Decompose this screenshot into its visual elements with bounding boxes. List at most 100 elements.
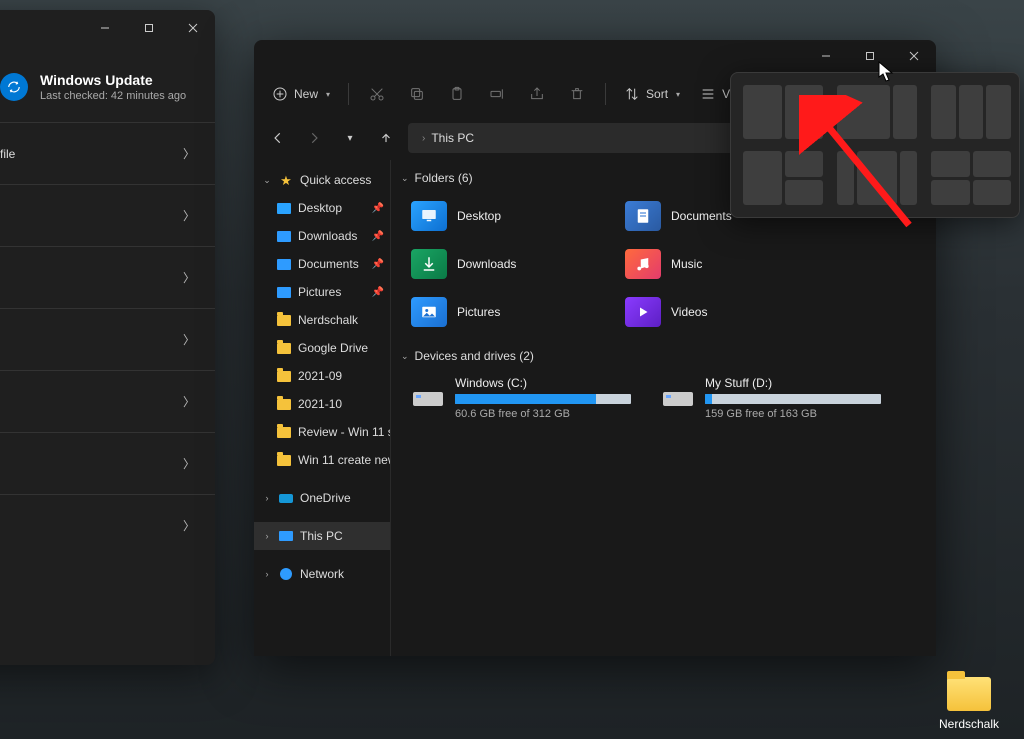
expand-icon: › (262, 531, 272, 541)
drive-tile[interactable]: My Stuff (D:)159 GB free of 163 GB (661, 376, 881, 420)
rename-button[interactable] (479, 77, 515, 111)
sidebar-item-label: Nerdschalk (298, 313, 358, 327)
pin-icon: 📌 (372, 231, 384, 242)
sidebar-item[interactable]: Nerdschalk (254, 306, 390, 334)
drive-usage-bar (455, 394, 631, 404)
sidebar-item[interactable]: 2021-10 (254, 390, 390, 418)
folder-icon (276, 200, 292, 216)
pin-icon: 📌 (372, 287, 384, 298)
minimize-button[interactable] (804, 41, 848, 71)
drive-usage-bar (705, 394, 881, 404)
cloud-icon (278, 490, 294, 506)
divider (348, 83, 349, 105)
forward-button[interactable] (300, 124, 328, 152)
snap-layout-option[interactable] (743, 85, 823, 139)
network-node[interactable]: › Network (254, 560, 390, 588)
windows-update-subtitle: Last checked: 42 minutes ago (40, 90, 186, 102)
minimize-button[interactable] (83, 13, 127, 43)
videos-folder-icon (625, 297, 661, 327)
close-button[interactable] (171, 13, 215, 43)
new-button[interactable]: New ▾ (264, 77, 338, 111)
folder-icon (276, 312, 292, 328)
section-drives[interactable]: ⌄ Devices and drives (2) (401, 342, 926, 370)
sidebar-item[interactable]: Documents📌 (254, 250, 390, 278)
sidebar-item[interactable]: Win 11 create new (254, 446, 390, 474)
sidebar-item[interactable]: 2021-09 (254, 362, 390, 390)
snap-layout-option[interactable] (931, 85, 1011, 139)
sidebar-item-label: Desktop (298, 201, 342, 215)
back-button[interactable] (264, 124, 292, 152)
close-button[interactable] (892, 41, 936, 71)
sidebar-item[interactable]: Google Drive (254, 334, 390, 362)
sidebar-item[interactable]: Downloads📌 (254, 222, 390, 250)
folder-icon (276, 424, 292, 440)
settings-window: Windows Update Last checked: 42 minutes … (0, 10, 215, 665)
expand-icon: › (262, 493, 272, 503)
sidebar-item-label: Pictures (298, 285, 341, 299)
settings-titlebar (0, 10, 215, 46)
folder-tile[interactable]: Desktop (411, 196, 611, 236)
folder-icon (276, 368, 292, 384)
snap-layout-option[interactable] (837, 151, 917, 205)
chevron-right-icon: 〉 (183, 145, 195, 162)
divider (605, 83, 606, 105)
sidebar-item[interactable]: Desktop 📌 (254, 194, 390, 222)
share-button[interactable] (519, 77, 555, 111)
snap-layout-option[interactable] (743, 151, 823, 205)
folder-tile[interactable]: Pictures (411, 292, 611, 332)
snap-layout-option[interactable] (931, 151, 1011, 205)
settings-row[interactable]: 〉 (0, 494, 215, 556)
copy-button[interactable] (399, 77, 435, 111)
folder-tile[interactable]: Videos (625, 292, 825, 332)
sort-button[interactable]: Sort ▾ (616, 77, 688, 111)
folder-tile[interactable]: Downloads (411, 244, 611, 284)
chevron-right-icon: 〉 (183, 331, 195, 348)
new-button-label: New (294, 87, 318, 101)
content-pane: ⌄ Folders (6) DesktopDocumentsDownloadsM… (390, 160, 936, 656)
settings-row[interactable]: 〉 (0, 184, 215, 246)
windows-update-icon (0, 73, 28, 101)
sidebar-item[interactable]: Pictures 📌 (254, 278, 390, 306)
folder-label: Documents (671, 209, 732, 223)
chevron-down-icon: ▾ (326, 90, 330, 99)
settings-row[interactable]: 〉 (0, 308, 215, 370)
folder-icon (276, 284, 292, 300)
desktop-folder-icon[interactable]: Nerdschalk (934, 677, 1004, 731)
paste-button[interactable] (439, 77, 475, 111)
onedrive-node[interactable]: › OneDrive (254, 484, 390, 512)
maximize-button[interactable] (127, 13, 171, 43)
delete-button[interactable] (559, 77, 595, 111)
pictures-folder-icon (411, 297, 447, 327)
downloads-folder-icon (411, 249, 447, 279)
pin-icon: 📌 (372, 259, 384, 270)
quick-access-node[interactable]: ⌄ ★ Quick access (254, 166, 390, 194)
settings-row[interactable]: 〉 (0, 246, 215, 308)
drive-tile[interactable]: Windows (C:)60.6 GB free of 312 GB (411, 376, 631, 420)
sidebar-item-label: Review - Win 11 st (298, 425, 390, 439)
up-button[interactable] (372, 124, 400, 152)
folder-label: Music (671, 257, 702, 271)
network-icon (278, 566, 294, 582)
snap-layout-option[interactable] (837, 85, 917, 139)
sidebar-item-label: 2021-10 (298, 397, 342, 411)
cut-button[interactable] (359, 77, 395, 111)
section-folders-label: Folders (6) (415, 171, 473, 185)
sidebar-item[interactable]: Review - Win 11 st (254, 418, 390, 446)
settings-row[interactable]: 〉 (0, 370, 215, 432)
maximize-button[interactable] (848, 41, 892, 71)
breadcrumb-location[interactable]: This PC (431, 131, 474, 145)
settings-row[interactable]: file 〉 (0, 122, 215, 184)
settings-row[interactable]: 〉 (0, 432, 215, 494)
folder-tile[interactable]: Music (625, 244, 825, 284)
recent-locations-button[interactable]: ▾ (336, 124, 364, 152)
desktop-folder-label: Nerdschalk (934, 717, 1004, 731)
pin-icon: 📌 (372, 203, 384, 214)
onedrive-label: OneDrive (300, 491, 351, 505)
file-explorer-window: New ▾ Sort ▾ View ▾ ▾ (254, 40, 936, 656)
folder-label: Desktop (457, 209, 501, 223)
snap-layouts-popup (730, 72, 1020, 218)
this-pc-node[interactable]: › This PC (254, 522, 390, 550)
chevron-down-icon: ▾ (676, 90, 680, 99)
drive-free-text: 159 GB free of 163 GB (705, 408, 881, 420)
folder-icon (276, 340, 292, 356)
